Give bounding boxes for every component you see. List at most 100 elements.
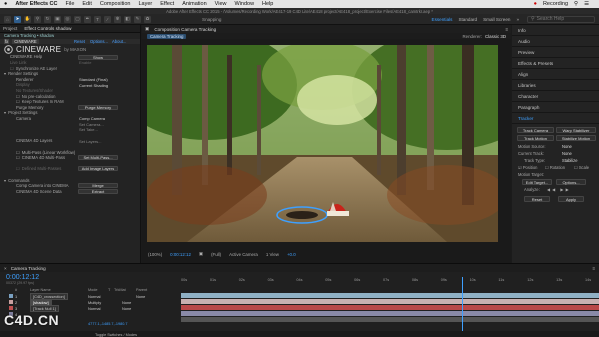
layer-mode[interactable]: Multiply: [88, 300, 101, 305]
layer-bar[interactable]: [181, 311, 599, 316]
type-tool-icon[interactable]: T: [94, 15, 101, 23]
label-color[interactable]: [9, 300, 13, 304]
tab-project[interactable]: Project: [3, 26, 17, 31]
analyze-controls-icon[interactable]: ◀◀ ▶▶: [547, 187, 571, 192]
motion-source-value[interactable]: None: [562, 144, 572, 149]
label-color[interactable]: [9, 294, 13, 298]
track-motion-button[interactable]: Track Motion: [517, 135, 554, 141]
menu-window[interactable]: Window: [234, 1, 254, 7]
current-track-value[interactable]: None: [562, 151, 572, 156]
home-icon[interactable]: ⌂: [4, 15, 11, 23]
menu-layer[interactable]: Layer: [138, 1, 152, 7]
position-values[interactable]: 4777.1,-1485.7,-1980.7: [88, 322, 127, 326]
fx-icon[interactable]: fx: [4, 38, 10, 44]
set-layers-button[interactable]: Set Layers...: [79, 139, 101, 144]
snapping-toggle[interactable]: Snapping: [202, 17, 221, 22]
add-image-layers-button[interactable]: Add Image Layers: [78, 166, 118, 172]
effect-header[interactable]: fx CINEWARE Reset Options... About...: [0, 38, 140, 45]
toggle-switches-modes[interactable]: Toggle Switches / Modes: [95, 333, 137, 337]
roto-tool-icon[interactable]: ✎: [134, 15, 141, 23]
list-icon[interactable]: ☰: [584, 1, 589, 7]
rectangle-tool-icon[interactable]: ▢: [74, 15, 81, 23]
resolution-dropdown[interactable]: (Full): [211, 252, 221, 257]
rotate-tool-icon[interactable]: ↻: [44, 15, 51, 23]
menu-help[interactable]: Help: [262, 1, 273, 7]
layer-parent[interactable]: None: [122, 306, 131, 311]
tab-camera-tracking[interactable]: Camera Tracking: [11, 266, 46, 271]
apple-icon[interactable]: ●: [4, 1, 7, 7]
panel-audio[interactable]: Audio: [512, 36, 599, 47]
about-link[interactable]: About...: [112, 39, 126, 44]
pan-behind-tool-icon[interactable]: ◎: [64, 15, 71, 23]
zoom-tool-icon[interactable]: ⚲: [34, 15, 41, 23]
current-time[interactable]: 0:00:12:12: [170, 252, 191, 257]
display-dropdown[interactable]: Current Shading: [79, 83, 108, 88]
edit-target-button[interactable]: Edit Target...: [522, 179, 552, 185]
stabilize-motion-button[interactable]: Stabilize Motion: [556, 135, 596, 141]
view-layout-dropdown[interactable]: 1 View: [266, 252, 279, 257]
tracker-apply-button[interactable]: Apply: [558, 196, 584, 202]
magnification-dropdown[interactable]: (100%): [148, 252, 162, 257]
camera-icon[interactable]: ▣: [199, 251, 203, 257]
panel-preview[interactable]: Preview: [512, 47, 599, 58]
timeline-menu-icon[interactable]: ≡: [592, 266, 595, 271]
layer-mode[interactable]: Normal: [88, 306, 101, 311]
menu-view[interactable]: View: [215, 1, 227, 7]
comp-subtab[interactable]: Camera Tracking: [147, 33, 187, 39]
panel-info[interactable]: Info: [512, 25, 599, 36]
panel-effects-presets[interactable]: Effects & Presets: [512, 58, 599, 69]
panel-character[interactable]: Character: [512, 91, 599, 102]
timeline-current-time[interactable]: 0:00:12:12: [6, 274, 39, 281]
workspace-menu-icon[interactable]: »: [516, 17, 519, 22]
lock-icon[interactable]: ▣: [145, 26, 149, 32]
renderer-value[interactable]: Classic 3D: [485, 34, 506, 39]
position-checkbox[interactable]: ☑ Position: [518, 165, 537, 170]
layer-bar[interactable]: [181, 305, 599, 310]
layer-bar[interactable]: [181, 299, 599, 304]
workspace-standard[interactable]: Standard: [458, 17, 477, 22]
menu-animation[interactable]: Animation: [182, 1, 206, 7]
selection-tool-icon[interactable]: ➤: [14, 15, 21, 23]
menu-composition[interactable]: Composition: [100, 1, 131, 7]
purge-memory-button[interactable]: Purge Memory: [78, 105, 118, 111]
record-icon[interactable]: ●: [534, 1, 537, 7]
pen-tool-icon[interactable]: ✒: [84, 15, 91, 23]
set-take-button[interactable]: Set Take...: [79, 127, 98, 132]
workspace-essentials[interactable]: Essentials: [432, 17, 453, 22]
reset-link[interactable]: Reset: [74, 39, 85, 44]
puppet-tool-icon[interactable]: ✿: [144, 15, 151, 23]
brush-tool-icon[interactable]: ∕: [104, 15, 111, 23]
menu-edit[interactable]: Edit: [82, 1, 91, 7]
time-ruler[interactable]: 00s 01s 02s 03s 04s 05s 06s 07s 08s 09s 10s 11s 12s 1…: [181, 277, 599, 285]
workspace-small-screen[interactable]: Small Screen: [483, 17, 510, 22]
layer-parent[interactable]: None: [136, 294, 145, 299]
warp-stabilizer-button[interactable]: Warp Stabilizer: [556, 127, 596, 133]
track-type-value[interactable]: Stabilize: [562, 158, 577, 163]
tracker-reset-button[interactable]: Reset: [524, 196, 550, 202]
panel-paragraph[interactable]: Paragraph: [512, 102, 599, 113]
close-tab-icon[interactable]: ×: [4, 266, 7, 271]
rotation-checkbox[interactable]: ☐ Rotation: [545, 165, 565, 170]
show-button[interactable]: Show: [78, 54, 118, 60]
layer-parent[interactable]: None: [122, 300, 131, 305]
active-camera-dropdown[interactable]: Active Camera: [229, 252, 258, 257]
tab-effect-controls[interactable]: Effect Controls shadow: [24, 26, 71, 31]
set-camera-button[interactable]: Set Camera...: [79, 122, 104, 127]
layer-mode[interactable]: Normal: [88, 294, 101, 299]
app-menu[interactable]: After Effects CC: [15, 1, 57, 7]
exposure-value[interactable]: +0.0: [287, 252, 296, 257]
set-multipass-button[interactable]: Set Multi-Pass...: [78, 155, 118, 161]
merge-button[interactable]: Merge: [78, 183, 118, 189]
panel-menu-icon[interactable]: ≡: [505, 27, 508, 32]
layer-bar[interactable]: [181, 293, 599, 298]
panel-libraries[interactable]: Libraries: [512, 80, 599, 91]
menu-file[interactable]: File: [66, 1, 75, 7]
hand-tool-icon[interactable]: ✋: [24, 15, 31, 23]
playhead[interactable]: [462, 277, 463, 337]
layer-bar[interactable]: [181, 317, 599, 322]
scale-checkbox[interactable]: ☐ Scale: [574, 165, 589, 170]
tab-composition[interactable]: Composition Camera Tracking: [154, 27, 216, 32]
clone-tool-icon[interactable]: ✻: [114, 15, 121, 23]
camera-dropdown[interactable]: Comp Camera: [79, 116, 105, 121]
track-camera-button[interactable]: Track Camera: [517, 127, 554, 133]
